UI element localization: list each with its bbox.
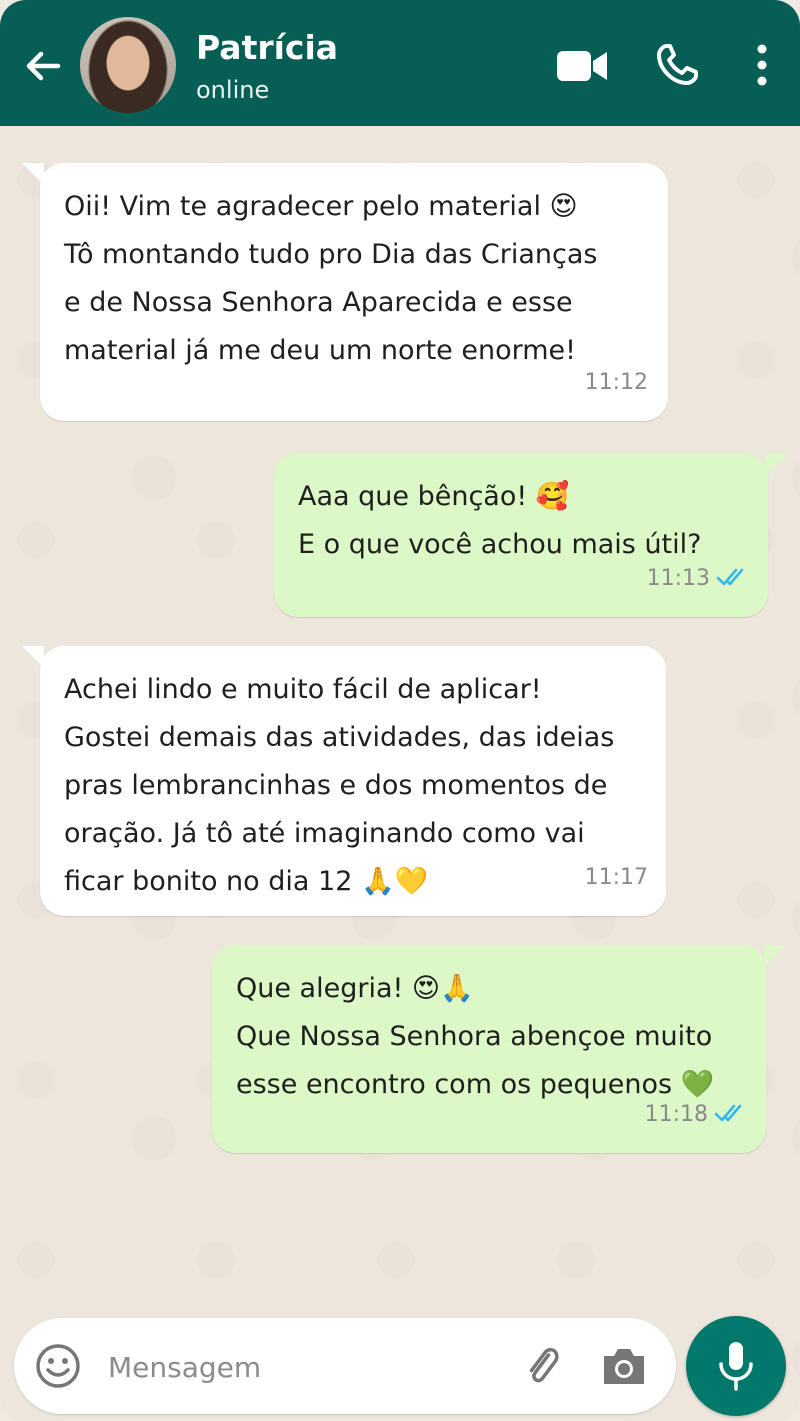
- message-line: Aaa que bênção! 🥰: [298, 481, 570, 512]
- back-arrow-icon[interactable]: [22, 45, 64, 87]
- emoji-icon[interactable]: [34, 1342, 82, 1390]
- message-bubble-incoming[interactable]: Oii! Vim te agradecer pelo material 😍 Tô…: [40, 163, 668, 421]
- message-time: 11:17: [584, 865, 648, 890]
- message-bubble-incoming[interactable]: Achei lindo e muito fácil de aplicar! Go…: [40, 646, 666, 916]
- chat-header: Patrícia online: [0, 0, 800, 126]
- phone-call-icon[interactable]: [654, 42, 700, 88]
- read-receipt-icon: [716, 568, 744, 586]
- more-options-icon[interactable]: [750, 42, 774, 88]
- message-line: Tô montando tudo pro Dia das Crianças: [64, 239, 598, 270]
- message-line: e de Nossa Senhora Aparecida e esse: [64, 287, 573, 318]
- message-composer: [14, 1318, 676, 1414]
- message-line: material já me deu um norte enorme!: [64, 335, 576, 366]
- message-line: ficar bonito no dia 12 🙏💛: [64, 866, 429, 897]
- bubble-tail: [764, 945, 786, 967]
- contact-avatar[interactable]: [80, 17, 176, 113]
- message-time: 11:18: [644, 1102, 708, 1127]
- bubble-tail: [766, 453, 788, 475]
- message-bubble-outgoing[interactable]: Aaa que bênção! 🥰 E o que você achou mai…: [274, 453, 768, 617]
- microphone-icon: [719, 1342, 753, 1391]
- message-line: Gostei demais das atividades, das ideias: [64, 722, 615, 753]
- message-line: Oii! Vim te agradecer pelo material 😍: [64, 191, 578, 222]
- message-line: Achei lindo e muito fácil de aplicar!: [64, 674, 542, 705]
- contact-name[interactable]: Patrícia: [196, 28, 338, 67]
- read-receipt-icon: [714, 1104, 742, 1122]
- message-line: Que Nossa Senhora abençoe muito: [236, 1021, 713, 1052]
- attachment-icon[interactable]: [518, 1342, 566, 1390]
- message-time: 11:13: [646, 566, 710, 591]
- message-line: pras lembrancinhas e dos momentos de: [64, 770, 608, 801]
- video-call-icon[interactable]: [556, 48, 608, 84]
- message-bubble-outgoing[interactable]: Que alegria! 😍🙏 Que Nossa Senhora abenço…: [212, 945, 766, 1153]
- message-line: oração. Já tô até imaginando como vai: [64, 818, 585, 849]
- contact-status: online: [196, 76, 270, 104]
- message-line: Que alegria! 😍🙏: [236, 973, 474, 1004]
- message-input[interactable]: [106, 1340, 490, 1394]
- message-meta: 11:13: [647, 555, 750, 603]
- message-time: 11:12: [584, 370, 648, 395]
- message-meta: 11:18: [645, 1091, 748, 1139]
- chat-screen: Patrícia online Oii! Vim te agradecer pe…: [0, 0, 800, 1421]
- camera-icon[interactable]: [600, 1344, 648, 1388]
- voice-record-button[interactable]: [686, 1316, 786, 1416]
